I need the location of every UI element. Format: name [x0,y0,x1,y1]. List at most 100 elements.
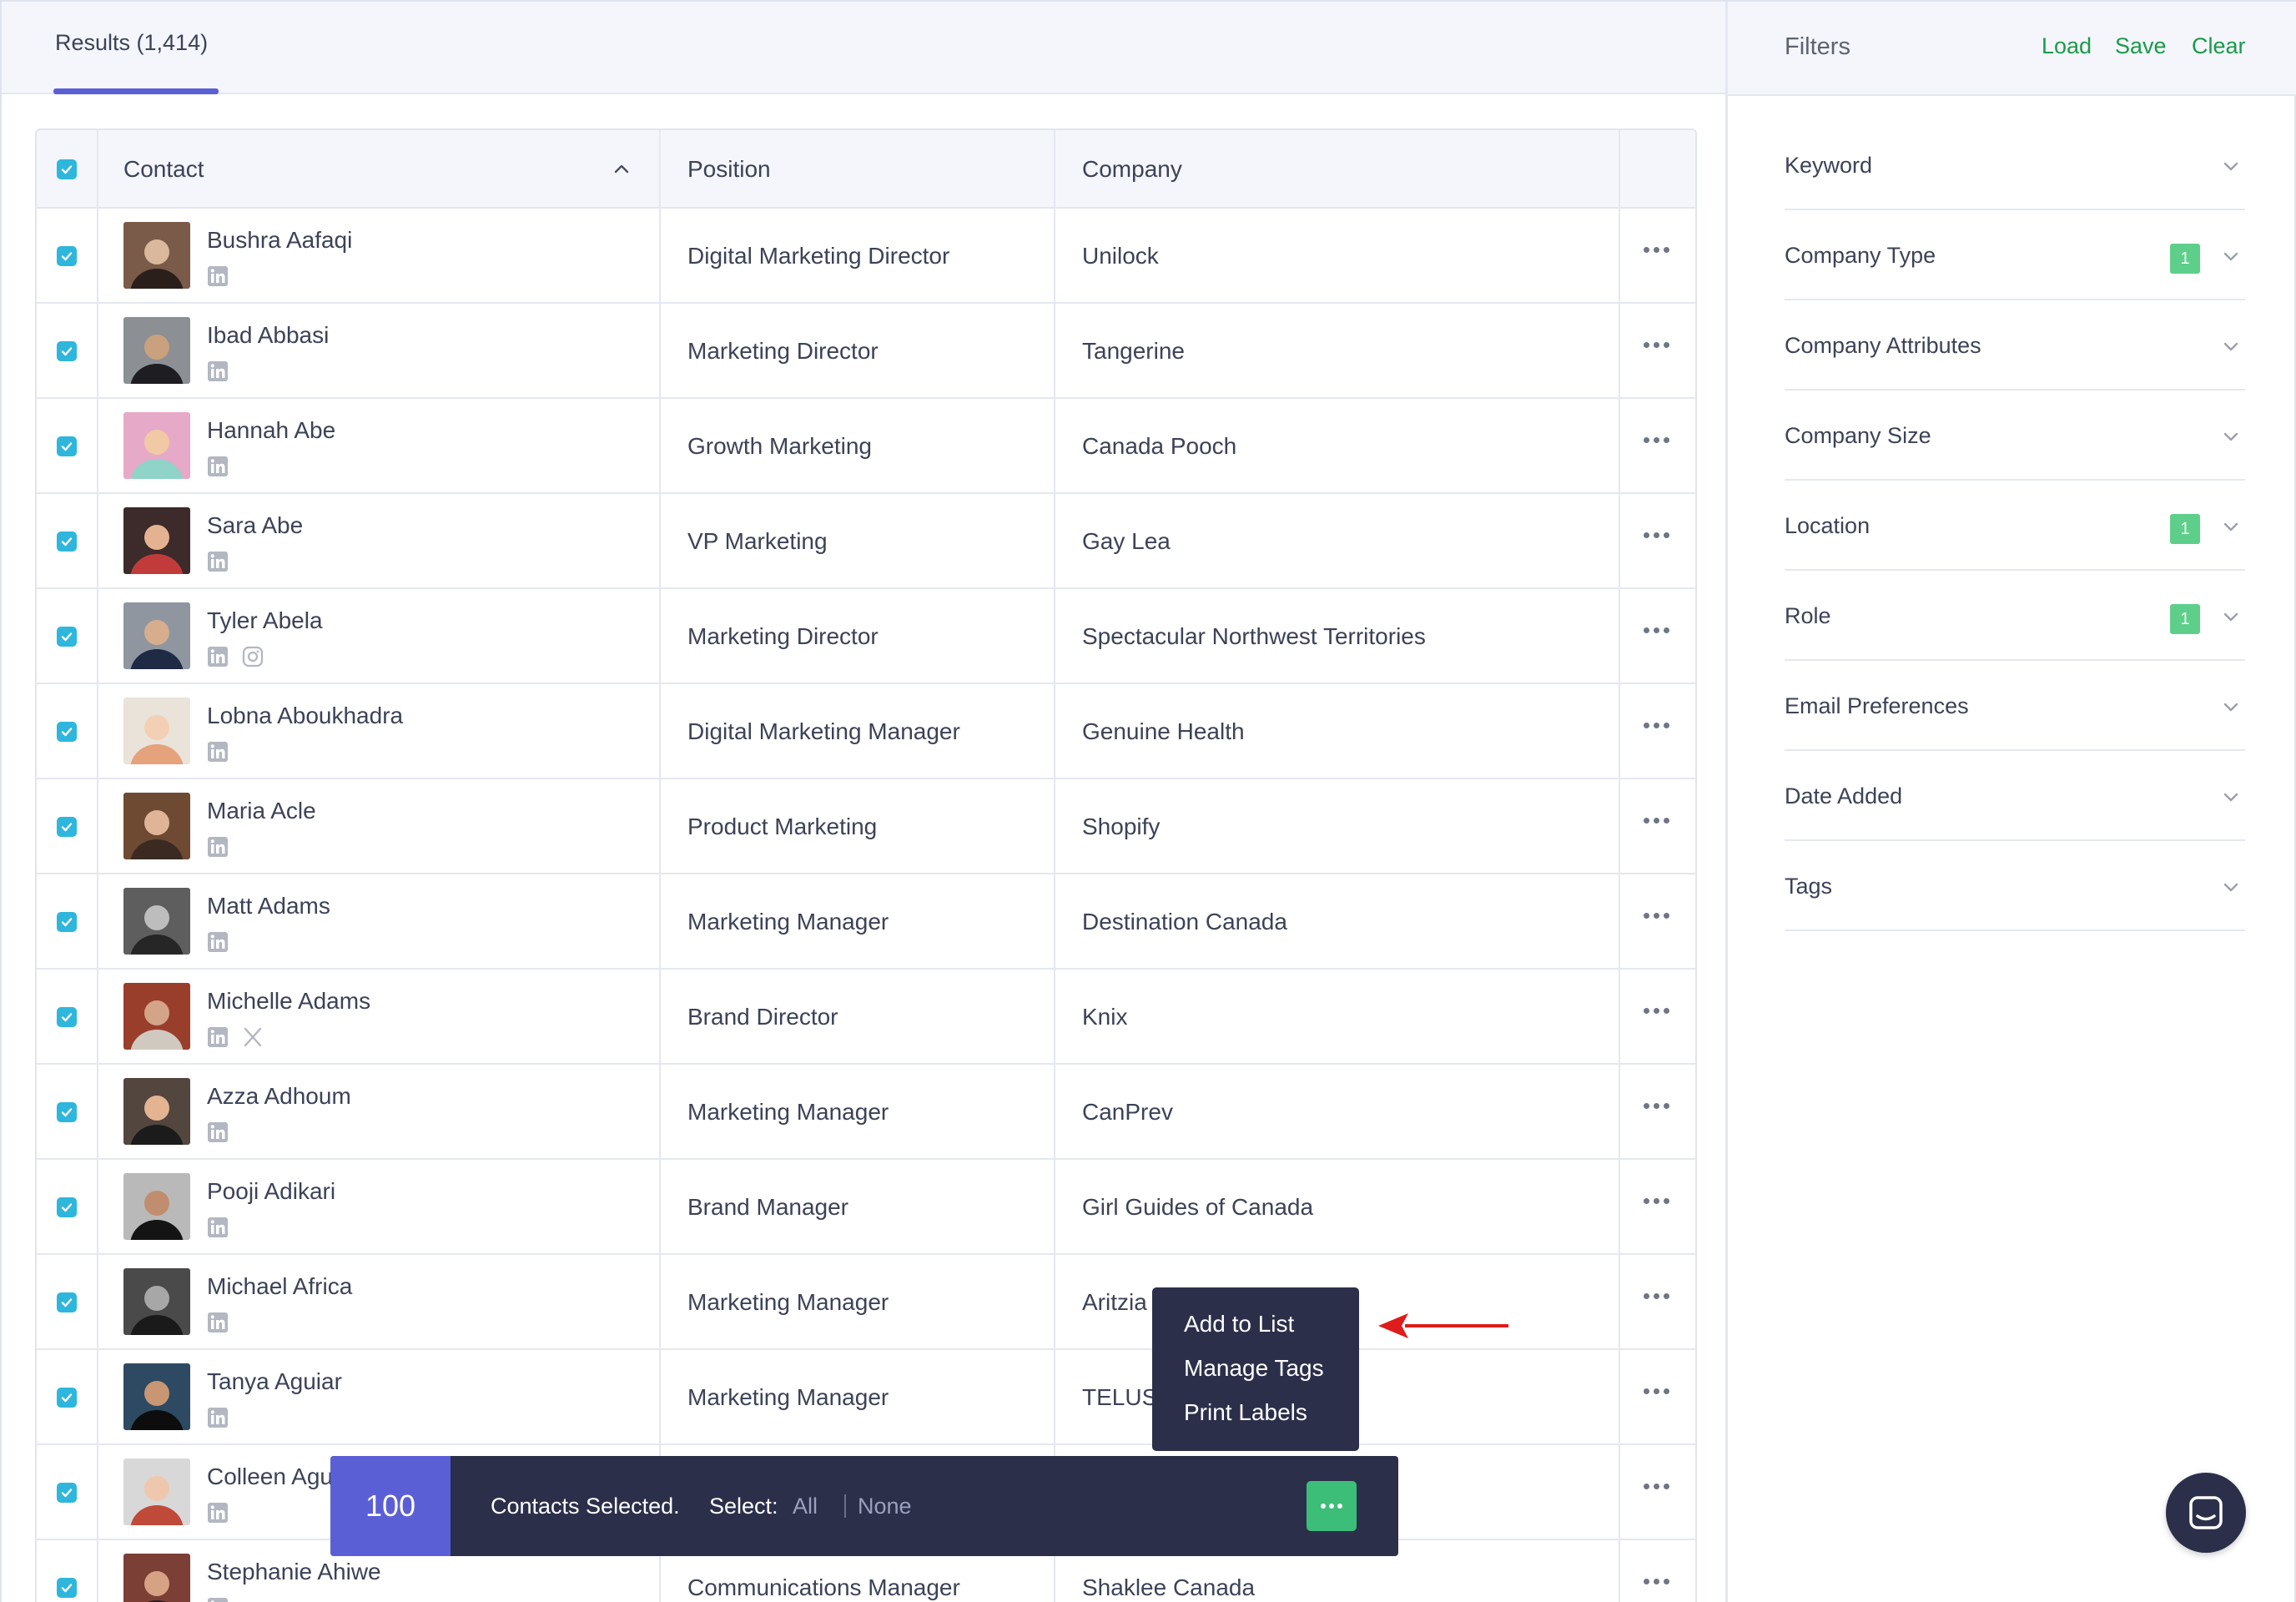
row-checkbox-cell[interactable] [57,1197,77,1217]
row-more-actions-icon[interactable] [1644,1198,1669,1204]
linkedin-icon[interactable] [207,836,229,858]
row-checkbox[interactable] [57,722,77,742]
menu-item-add-to-list[interactable]: Add to List [1184,1311,1294,1338]
row-checkbox[interactable] [57,341,77,361]
table-row[interactable]: Lobna Aboukhadra Digital Marketing Manage… [37,684,1695,779]
linkedin-icon[interactable] [207,1312,229,1333]
table-row[interactable]: Bushra Aafaqi Digital Marketing Director U… [37,209,1695,304]
row-checkbox[interactable] [57,1007,77,1027]
chevron-down-icon[interactable] [2222,247,2240,265]
linkedin-icon[interactable] [207,360,229,382]
row-checkbox[interactable] [57,1292,77,1312]
avatar[interactable] [123,317,190,384]
row-more-actions-icon[interactable] [1644,532,1669,538]
row-more-actions-icon[interactable] [1644,1579,1669,1584]
linkedin-icon[interactable] [207,456,229,477]
row-more-actions-icon[interactable] [1644,1388,1669,1394]
linkedin-icon[interactable] [207,741,229,763]
avatar[interactable] [123,1173,190,1240]
row-checkbox-cell[interactable] [57,1007,77,1027]
row-more-actions-icon[interactable] [1644,1484,1669,1489]
row-more-actions-icon[interactable] [1644,913,1669,919]
row-checkbox-cell[interactable] [57,817,77,837]
filter-company-type[interactable]: Company Type 1 [1785,210,2245,300]
filter-email-preferences[interactable]: Email Preferences [1785,661,2245,751]
row-checkbox[interactable] [57,1578,77,1598]
row-checkbox[interactable] [57,912,77,932]
chevron-down-icon[interactable] [2222,517,2240,536]
row-checkbox-cell[interactable] [57,1578,77,1598]
select-all-link[interactable]: All [793,1456,818,1556]
table-row[interactable]: Hannah Abe Growth Marketing Canada Pooch [37,399,1695,494]
contact-name[interactable]: Tanya Aguiar [207,1368,342,1395]
linkedin-icon[interactable] [207,551,229,572]
linkedin-icon[interactable] [207,646,229,668]
row-checkbox[interactable] [57,1102,77,1122]
avatar[interactable] [123,222,190,289]
instagram-icon[interactable] [242,646,264,668]
linkedin-icon[interactable] [207,1502,229,1524]
contact-name[interactable]: Matt Adams [207,893,330,919]
chevron-down-icon[interactable] [2222,878,2240,896]
avatar[interactable] [123,602,190,669]
row-checkbox-cell[interactable] [57,1292,77,1312]
filter-company-attributes[interactable]: Company Attributes [1785,300,2245,390]
row-checkbox-cell[interactable] [57,531,77,552]
x-icon[interactable] [242,1026,264,1048]
avatar[interactable] [123,1458,190,1525]
avatar[interactable] [123,1363,190,1430]
avatar[interactable] [123,698,190,764]
row-checkbox-cell[interactable] [57,246,77,266]
column-header-company[interactable]: Company [1082,130,1182,209]
table-row[interactable]: Tyler Abela Marketing Director Spectacular… [37,589,1695,684]
chat-launcher-button[interactable] [2166,1473,2246,1553]
filter-location[interactable]: Location 1 [1785,481,2245,571]
table-row[interactable]: Maria Acle Product Marketing Shopify [37,779,1695,874]
filter-keyword[interactable]: Keyword [1785,120,2245,210]
row-more-actions-icon[interactable] [1644,627,1669,633]
select-none-link[interactable]: None [858,1456,912,1556]
avatar[interactable] [123,983,190,1050]
row-checkbox-cell[interactable] [57,341,77,361]
table-row[interactable]: Sara Abe VP Marketing Gay Lea [37,494,1695,589]
load-filters-button[interactable]: Load [2042,33,2092,59]
filter-company-size[interactable]: Company Size [1785,390,2245,481]
filter-date-added[interactable]: Date Added [1785,751,2245,841]
contact-name[interactable]: Michelle Adams [207,988,370,1015]
clear-filters-button[interactable]: Clear [2192,33,2246,59]
chevron-down-icon[interactable] [2222,607,2240,626]
row-checkbox[interactable] [57,531,77,552]
chevron-down-icon[interactable] [2222,698,2240,716]
bulk-actions-button[interactable] [1307,1481,1357,1531]
row-checkbox[interactable] [57,627,77,647]
table-row[interactable]: Ibad Abbasi Marketing Director Tangerine [37,304,1695,399]
contact-name[interactable]: Pooji Adikari [207,1178,335,1205]
menu-item-print-labels[interactable]: Print Labels [1184,1399,1307,1426]
select-all-checkbox[interactable] [57,159,77,179]
contact-name[interactable]: Hannah Abe [207,417,335,444]
row-more-actions-icon[interactable] [1644,723,1669,728]
avatar[interactable] [123,1078,190,1145]
row-more-actions-icon[interactable] [1644,1008,1669,1014]
filter-tags[interactable]: Tags [1785,841,2245,931]
row-more-actions-icon[interactable] [1644,1293,1669,1299]
contact-name[interactable]: Bushra Aafaqi [207,227,352,254]
contact-name[interactable]: Maria Acle [207,798,316,824]
row-checkbox[interactable] [57,436,77,456]
column-header-contact[interactable]: Contact [123,130,204,209]
contact-name[interactable]: Stephanie Ahiwe [207,1559,381,1585]
contact-name[interactable]: Sara Abe [207,512,303,539]
row-checkbox-cell[interactable] [57,1102,77,1122]
row-more-actions-icon[interactable] [1644,1103,1669,1109]
chevron-down-icon[interactable] [2222,337,2240,355]
table-row[interactable]: Pooji Adikari Brand Manager Girl Guides of… [37,1160,1695,1255]
row-checkbox-cell[interactable] [57,627,77,647]
row-checkbox[interactable] [57,1483,77,1503]
avatar[interactable] [123,793,190,859]
contact-name[interactable]: Michael Africa [207,1273,352,1300]
sort-ascending-icon[interactable] [612,130,631,209]
avatar[interactable] [123,1268,190,1335]
row-checkbox-cell[interactable] [57,1388,77,1408]
linkedin-icon[interactable] [207,1217,229,1238]
linkedin-icon[interactable] [207,1407,229,1428]
